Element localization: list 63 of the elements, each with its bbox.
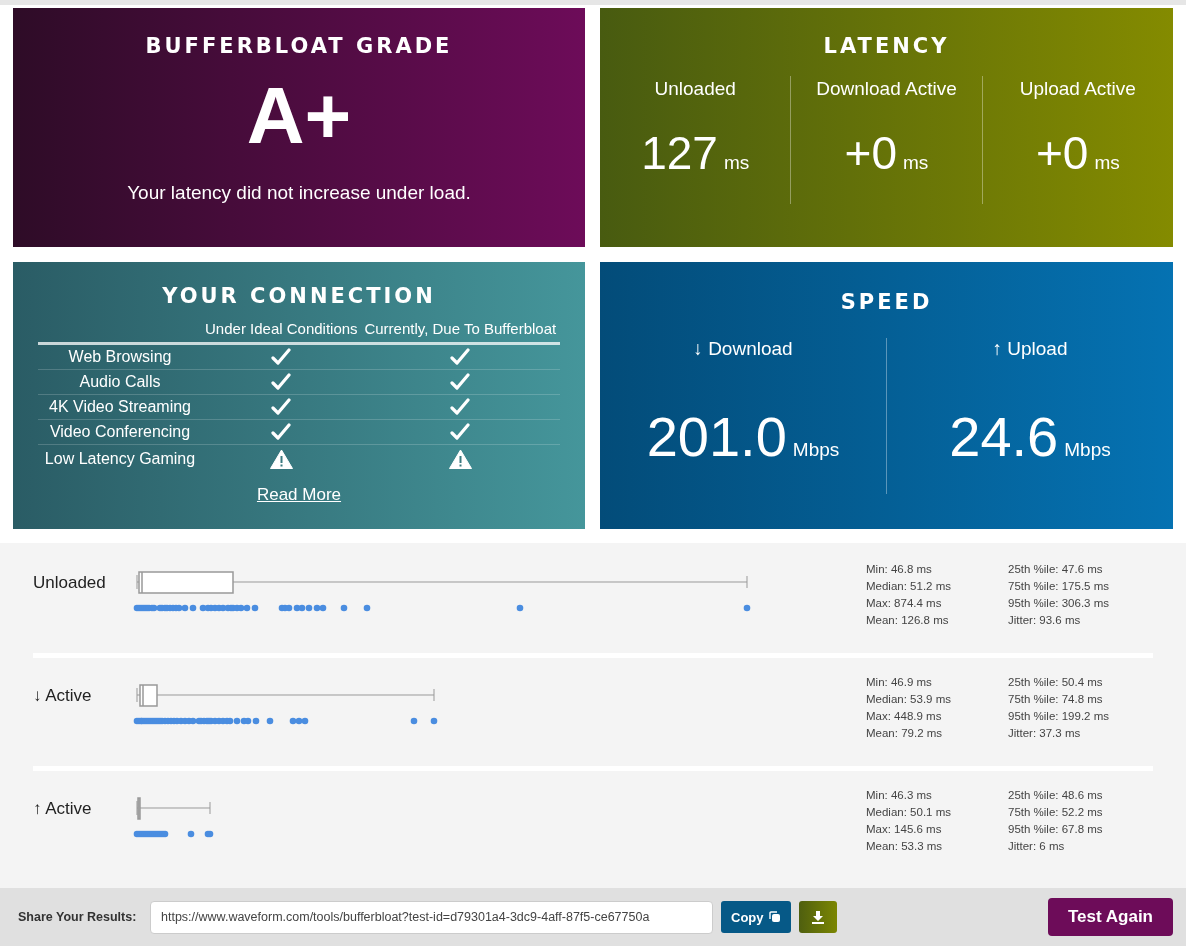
card-title: LATENCY <box>823 34 950 58</box>
stat-text: 75th %ile: 74.8 ms <box>1008 692 1104 707</box>
grade-value: A+ <box>246 76 352 156</box>
stat-text: Max: 874.4 ms <box>866 596 943 611</box>
stat-text: 75th %ile: 175.5 ms <box>1008 579 1110 594</box>
activity-label: Web Browsing <box>38 343 202 370</box>
speed-unit: Mbps <box>792 439 840 461</box>
stat-text: 95th %ile: 67.8 ms <box>1008 822 1104 837</box>
row-label: ↓ Active <box>33 685 93 706</box>
latency-value: 127 <box>641 126 718 180</box>
speed-value: 201.0 <box>646 404 787 469</box>
latency-unit: ms <box>903 152 929 174</box>
share-url-field[interactable]: https://www.waveform.com/tools/bufferbloat?test-id=d79301a4-3dc9-4aff-87f5-ce67750a <box>150 900 713 934</box>
stat-text: Min: 46.9 ms <box>866 675 933 690</box>
stat-text: Max: 145.6 ms <box>866 822 943 837</box>
stat-text: Jitter: 93.6 ms <box>1008 613 1082 628</box>
stat-text: Min: 46.8 ms <box>866 562 933 577</box>
card-title: YOUR CONNECTION <box>162 284 436 308</box>
copy-button[interactable]: Copy <box>721 901 791 933</box>
stat-text: Median: 53.9 ms <box>866 692 952 707</box>
download-button[interactable] <box>798 901 837 933</box>
stat-text: 25th %ile: 48.6 ms <box>1008 788 1104 803</box>
stat-text: Min: 46.3 ms <box>866 788 933 803</box>
latency-value: +0 <box>1035 126 1089 180</box>
speed-unit: Mbps <box>1064 439 1111 461</box>
copy-icon <box>768 911 781 923</box>
latency-unit: ms <box>1094 152 1120 174</box>
share-label: Share Your Results: <box>18 910 138 924</box>
activity-label: 4K Video Streaming <box>38 394 202 420</box>
stat-text: Mean: 126.8 ms <box>866 613 950 628</box>
stat-text: Mean: 79.2 ms <box>866 726 944 741</box>
latency-label: Upload Active <box>1019 78 1136 100</box>
latency-value: +0 <box>844 126 898 180</box>
activity-label: Video Conferencing <box>38 419 202 445</box>
stat-text: 75th %ile: 52.2 ms <box>1008 805 1104 820</box>
column-header: Currently, Due To Bufferbloat <box>360 320 560 344</box>
stat-text: Mean: 53.3 ms <box>866 839 944 854</box>
stat-text: Median: 51.2 ms <box>866 579 952 594</box>
stat-text: 95th %ile: 199.2 ms <box>1008 709 1110 724</box>
stat-text: 25th %ile: 50.4 ms <box>1008 675 1104 690</box>
stat-text: 25th %ile: 47.6 ms <box>1008 562 1104 577</box>
stat-text: Max: 448.9 ms <box>866 709 943 724</box>
stat-text: Median: 50.1 ms <box>866 805 952 820</box>
speed-value: 24.6 <box>949 404 1059 469</box>
activity-label: Low Latency Gaming <box>38 444 202 473</box>
stat-text: 95th %ile: 306.3 ms <box>1008 596 1110 611</box>
card-title: BUFFERBLOAT GRADE <box>145 34 453 58</box>
column-header: Under Ideal Conditions <box>202 320 361 344</box>
row-label: ↑ Active <box>33 798 93 819</box>
speed-label: ↓ Download <box>693 338 793 360</box>
test-again-button[interactable]: Test Again <box>1048 898 1173 936</box>
card-title: SPEED <box>840 290 933 314</box>
stat-text: Jitter: 6 ms <box>1008 839 1066 854</box>
activity-label: Audio Calls <box>38 369 202 395</box>
read-more-link[interactable]: Read More <box>256 485 342 505</box>
stat-text: Jitter: 37.3 ms <box>1008 726 1082 741</box>
speed-label: ↑ Upload <box>992 338 1068 360</box>
latency-unit: ms <box>723 152 750 174</box>
latency-label: Download Active <box>816 78 957 100</box>
latency-label: Unloaded <box>654 78 736 100</box>
row-label: Unloaded <box>33 572 107 593</box>
download-icon <box>810 910 825 924</box>
grade-message: Your latency did not increase under load. <box>127 182 471 204</box>
